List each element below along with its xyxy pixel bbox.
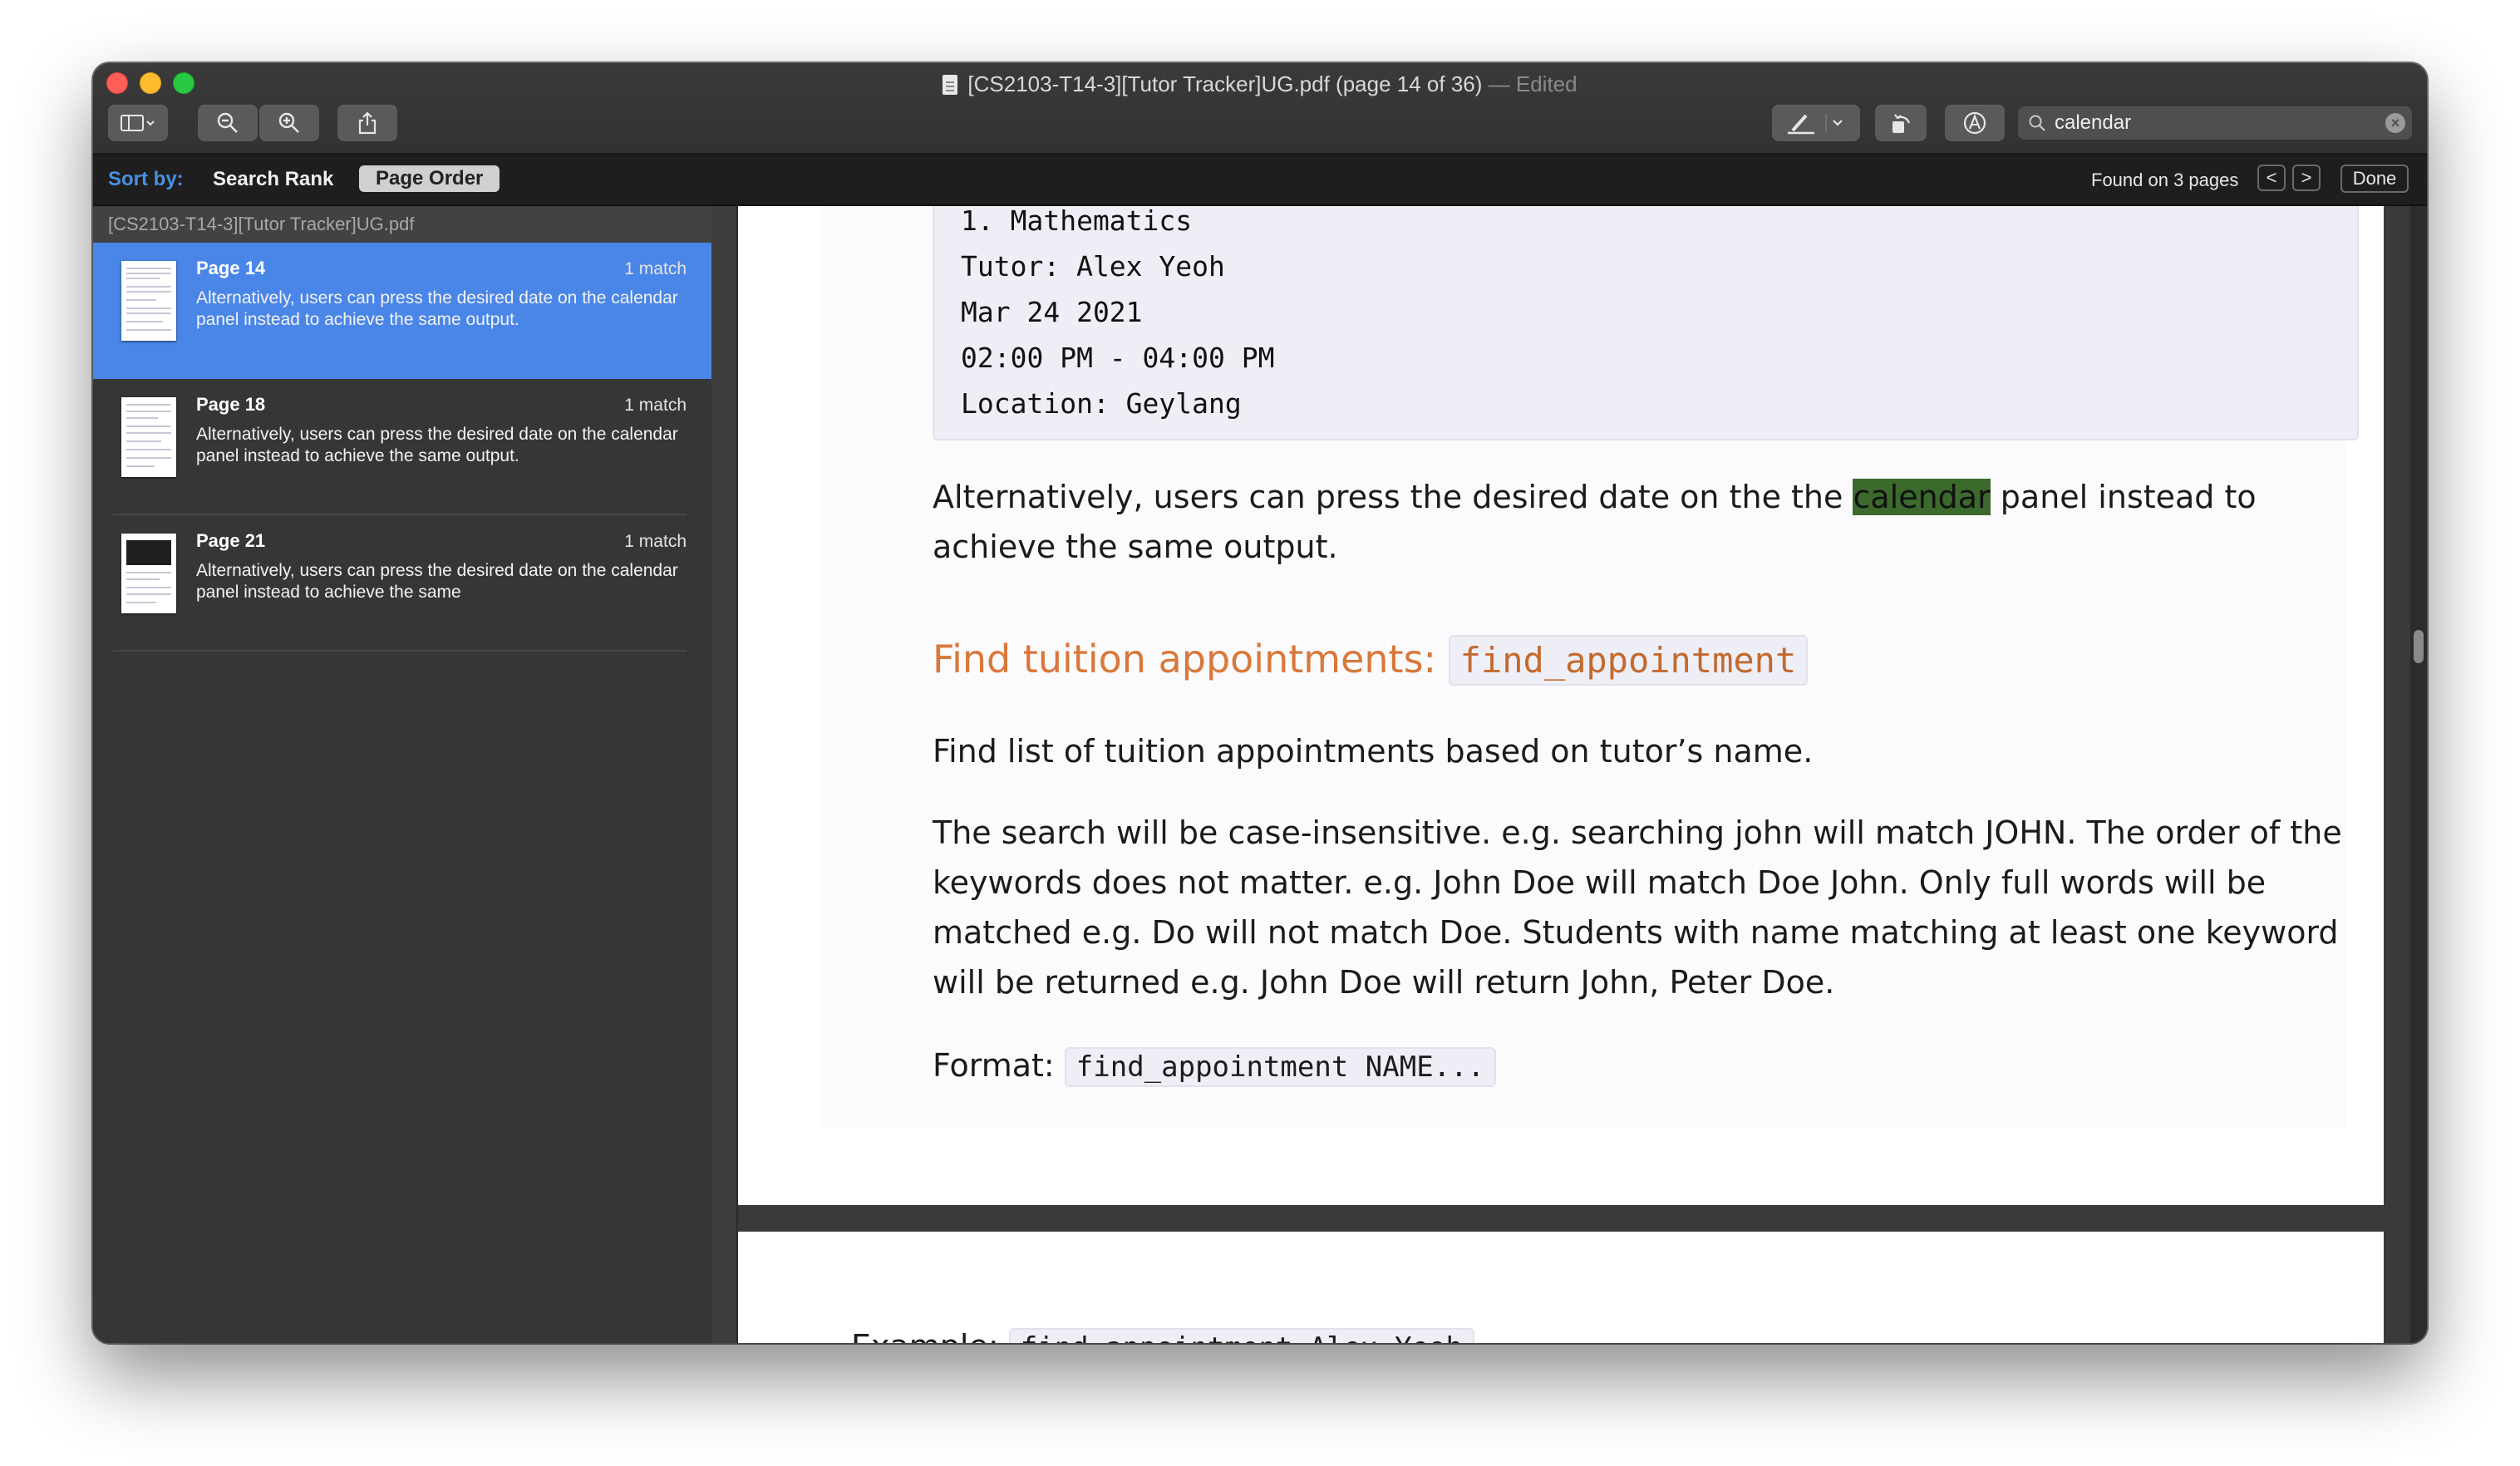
heading-code: find_appointment (1448, 635, 1809, 686)
title-bar: [CS2103-T14-3][Tutor Tracker]UG.pdf (pag… (93, 63, 2427, 155)
code-line: 02:00 PM - 04:00 PM (961, 342, 1275, 374)
search-result-item[interactable]: Page 21 1 match Alternatively, users can… (93, 515, 711, 652)
scrollbar-track[interactable] (2410, 206, 2427, 1343)
text-span: Alternatively, users can press the desir… (933, 479, 1853, 515)
results-file-header: [CS2103-T14-3][Tutor Tracker]UG.pdf (93, 206, 711, 243)
chevron-down-icon (1833, 120, 1843, 126)
search-field[interactable]: × (2018, 106, 2412, 140)
page-thumbnail (121, 261, 176, 341)
result-match-count: 1 match (624, 532, 687, 551)
result-snippet: Alternatively, users can press the desir… (196, 425, 678, 465)
sort-search-rank-button[interactable]: Search Rank (213, 168, 333, 191)
markup-icon (1963, 111, 1986, 135)
share-button[interactable] (337, 105, 397, 141)
found-count-text: Found on 3 pages (2091, 170, 2239, 190)
search-icon (2029, 115, 2045, 131)
sidebar-icon (121, 115, 155, 131)
code-line: Tutor: Alex Yeoh (961, 250, 1225, 283)
previous-match-button[interactable]: < (2257, 165, 2286, 191)
window-title: [CS2103-T14-3][Tutor Tracker]UG.pdf (pag… (93, 70, 2427, 98)
result-snippet: Alternatively, users can press the desir… (196, 288, 678, 329)
heading-text: Find tuition appointments: (933, 637, 1449, 681)
pdf-page: 1. Mathematics Tutor: Alex Yeoh Mar 24 2… (738, 206, 2384, 1205)
format-label: Format: (933, 1047, 1065, 1084)
zoom-out-icon (217, 112, 238, 133)
content-panel: 1. Mathematics Tutor: Alex Yeoh Mar 24 2… (819, 206, 2359, 1127)
search-result-item[interactable]: Page 18 1 match Alternatively, users can… (93, 379, 711, 515)
preview-window: [CS2103-T14-3][Tutor Tracker]UG.pdf (pag… (93, 63, 2427, 1343)
zoom-in-icon (278, 112, 299, 133)
markup-button[interactable] (1945, 105, 2005, 141)
scrollbar-thumb[interactable] (2414, 630, 2424, 663)
page-thumbnail (121, 397, 176, 477)
code-block: 1. Mathematics Tutor: Alex Yeoh Mar 24 2… (933, 206, 2359, 440)
search-highlight: calendar (1853, 479, 1991, 515)
zoom-out-button[interactable] (198, 105, 258, 141)
find-list-paragraph: Find list of tuition appointments based … (933, 733, 1814, 770)
document-view[interactable]: 1. Mathematics Tutor: Alex Yeoh Mar 24 2… (711, 206, 2427, 1343)
sort-page-order-button[interactable]: Page Order (359, 165, 500, 192)
clear-search-icon[interactable]: × (2385, 113, 2405, 133)
format-paragraph: Format: find_appointment NAME... (933, 1040, 2379, 1092)
code-line: Mar 24 2021 (961, 296, 1143, 328)
find-bar: Sort by: Search Rank Page Order Found on… (93, 155, 2427, 206)
example-code: find_appointment Alex Yeoh (1008, 1328, 1474, 1343)
pdf-page: Example: find_appointment Alex Yeoh (738, 1232, 2384, 1343)
sort-by-label: Sort by: (108, 168, 184, 190)
result-page-label: Page 21 (196, 530, 266, 551)
done-button[interactable]: Done (2340, 165, 2409, 193)
highlight-button[interactable] (1772, 105, 1860, 141)
result-page-label: Page 18 (196, 394, 266, 415)
result-snippet: Alternatively, users can press the desir… (196, 561, 678, 602)
code-line: Location: Geylang (961, 387, 1242, 420)
search-description-paragraph: The search will be case-insensitive. e.g… (933, 814, 2342, 1001)
zoom-in-button[interactable] (259, 105, 319, 141)
window-title-text: [CS2103-T14-3][Tutor Tracker]UG.pdf (pag… (967, 71, 1483, 96)
highlight-pen-icon (1788, 114, 1843, 135)
result-match-count: 1 match (624, 396, 687, 415)
rotate-icon (1892, 114, 1911, 133)
next-match-button[interactable]: > (2292, 165, 2321, 191)
example-paragraph: Example: find_appointment Alex Yeoh (851, 1321, 2297, 1343)
code-line: 1. Mathematics (961, 206, 1193, 237)
search-result-item[interactable]: Page 14 1 match Alternatively, users can… (93, 243, 711, 379)
search-results-sidebar: [CS2103-T14-3][Tutor Tracker]UG.pdf Page… (93, 206, 711, 1343)
section-heading: Find tuition appointments: find_appointm… (933, 635, 1809, 686)
result-match-count: 1 match (624, 259, 687, 278)
sidebar-divider[interactable] (711, 206, 738, 1343)
share-icon (358, 111, 377, 135)
rotate-button[interactable] (1875, 105, 1927, 141)
document-icon (943, 75, 958, 95)
format-code: find_appointment NAME... (1064, 1047, 1497, 1087)
search-input[interactable] (2055, 106, 2370, 140)
example-label: Example: (851, 1328, 1009, 1343)
page-thumbnail (121, 534, 176, 613)
alternatively-paragraph: Alternatively, users can press the desir… (933, 472, 2379, 572)
sidebar-toggle-button[interactable] (108, 105, 168, 141)
edited-label: — Edited (1488, 71, 1577, 96)
result-page-label: Page 14 (196, 258, 266, 278)
